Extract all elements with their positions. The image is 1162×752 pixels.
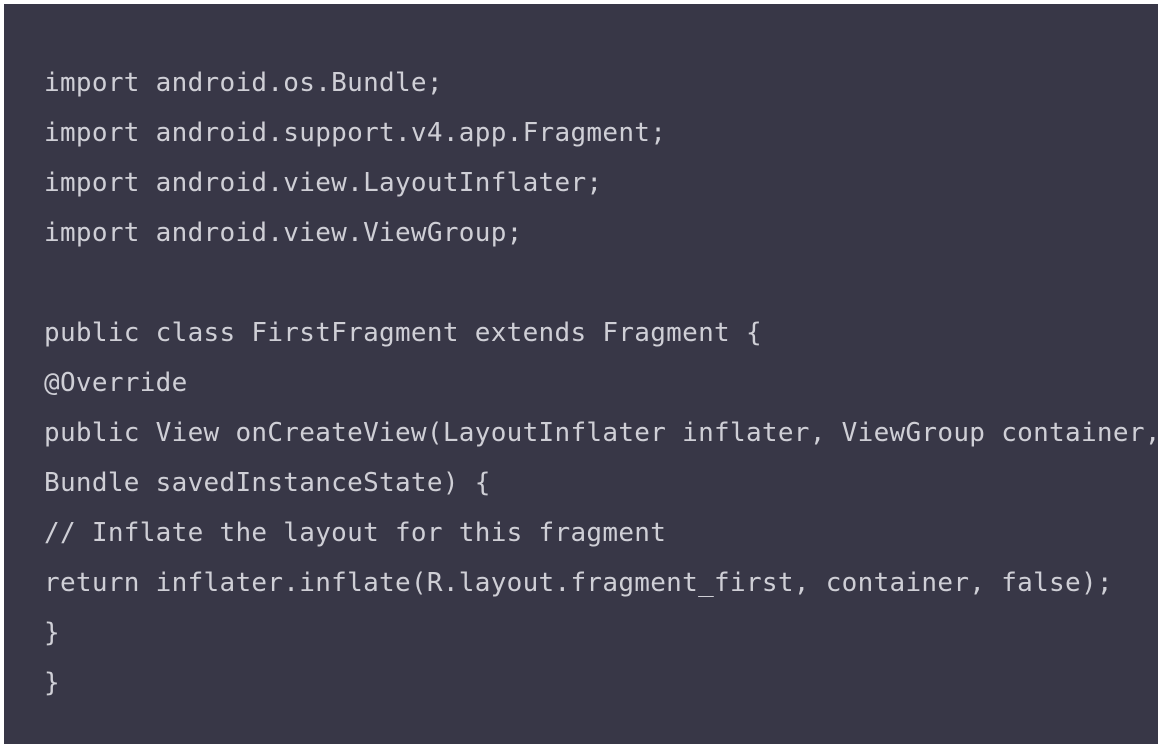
code-line-comment: // Inflate the layout for this fragment [44,518,667,548]
code-lines: import android.os.Bundle; import android… [44,58,1158,708]
code-line-method-close: } [44,618,60,648]
code-line-import-layoutinflater: import android.view.LayoutInflater; [44,168,603,198]
code-line-class-close: } [44,668,60,698]
code-line-return-statement: return inflater.inflate(R.layout.fragmen… [44,568,1113,598]
code-line-method-params: Bundle savedInstanceState) { [44,468,491,498]
code-line-import-viewgroup: import android.view.ViewGroup; [44,218,523,248]
code-line-blank [44,258,1158,308]
code-line-method-signature: public View onCreateView(LayoutInflater … [44,418,1158,448]
code-line-import-bundle: import android.os.Bundle; [44,68,443,98]
code-line-import-fragment: import android.support.v4.app.Fragment; [44,118,667,148]
code-line-override-annotation: @Override [44,368,188,398]
code-line-class-declaration: public class FirstFragment extends Fragm… [44,318,762,348]
code-block: import android.os.Bundle; import android… [4,4,1158,744]
